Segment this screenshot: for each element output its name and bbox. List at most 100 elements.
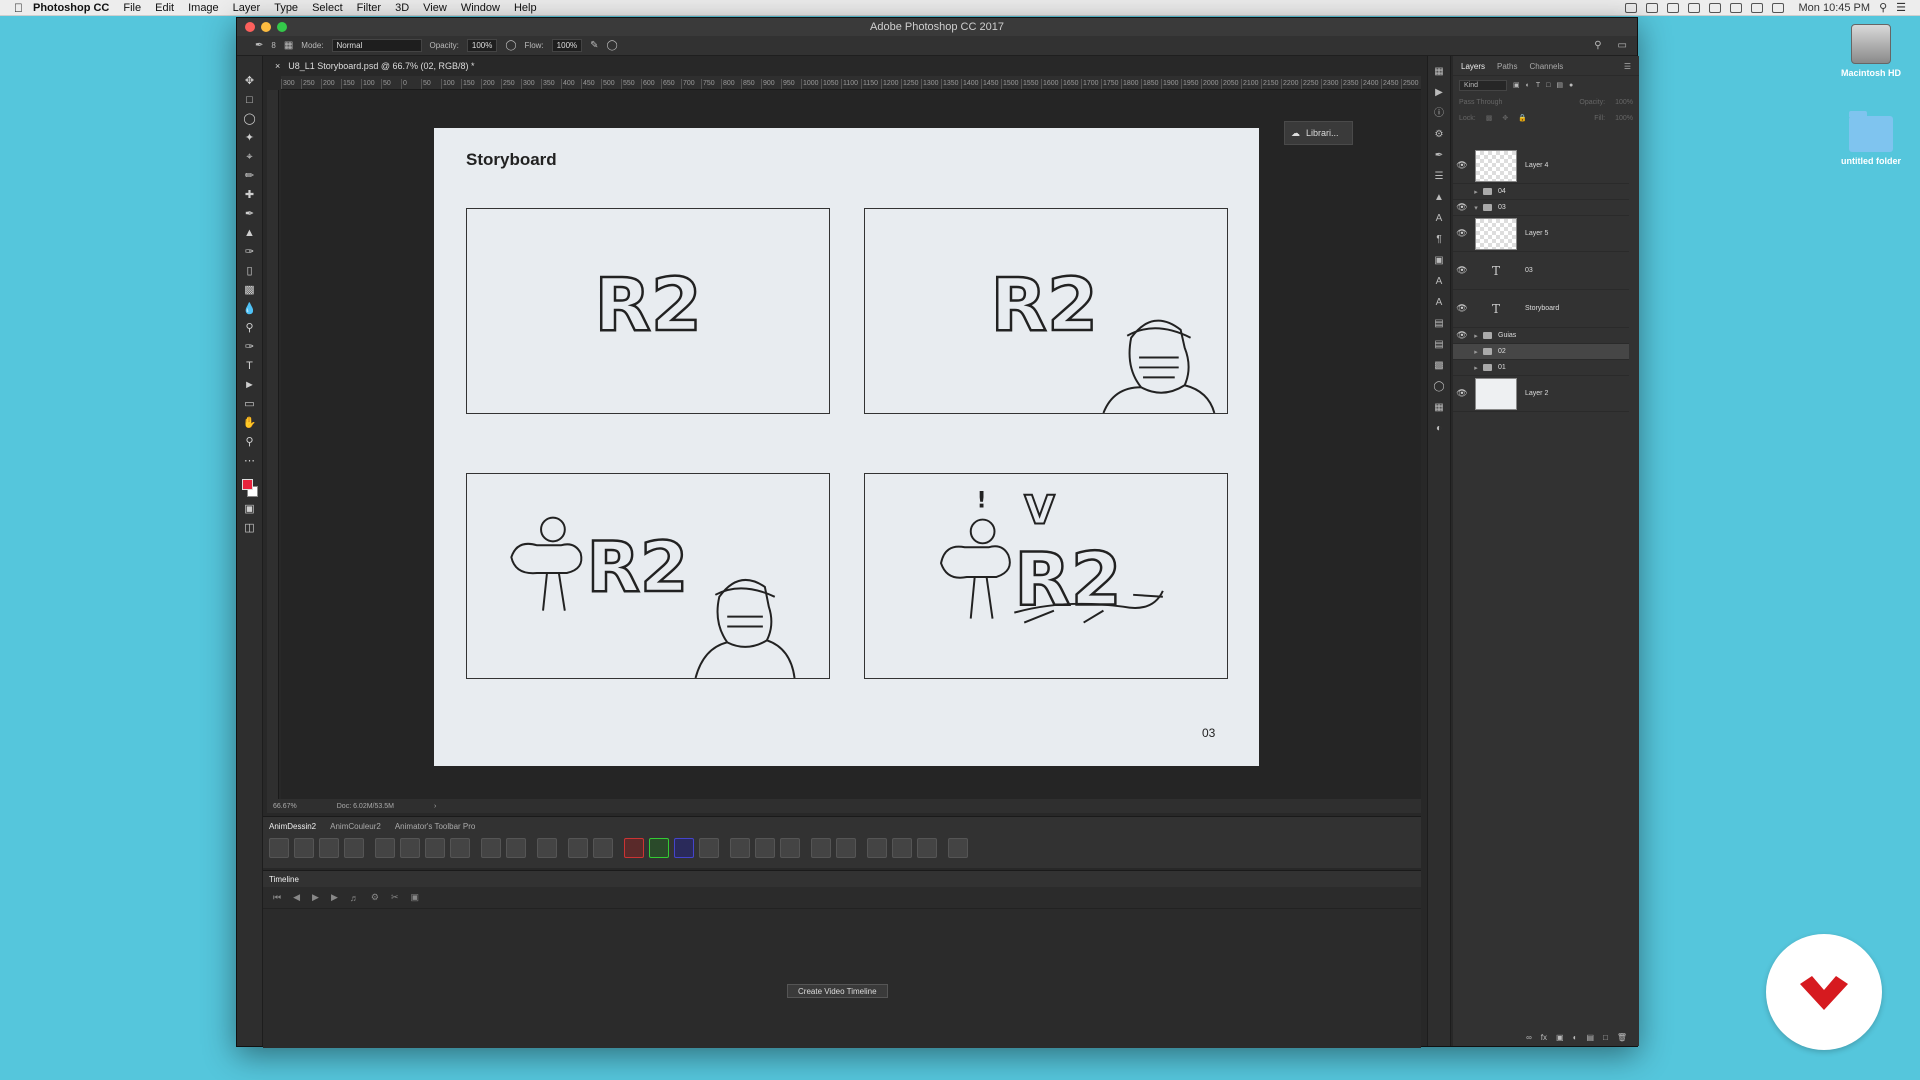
move-tool-icon[interactable]: ✥ bbox=[243, 74, 257, 88]
glyphs-icon[interactable]: A bbox=[1433, 276, 1445, 288]
expand-arrow-icon[interactable]: ▸ bbox=[1471, 332, 1481, 340]
3d-icon[interactable]: ◯ bbox=[1433, 381, 1445, 393]
desktop-drive[interactable]: Macintosh HD bbox=[1826, 24, 1916, 78]
history-brush-icon[interactable]: ✑ bbox=[243, 245, 257, 259]
minimize-button[interactable] bbox=[261, 22, 271, 32]
anim-tool-button[interactable] bbox=[344, 838, 364, 858]
color-swatches[interactable] bbox=[241, 479, 258, 497]
hand-tool-icon[interactable]: ✋ bbox=[243, 416, 257, 430]
create-video-timeline-button[interactable]: Create Video Timeline bbox=[787, 984, 888, 998]
styles-icon[interactable]: ▣ bbox=[1433, 255, 1445, 267]
magic-wand-icon[interactable]: ✦ bbox=[243, 131, 257, 145]
zoom-level[interactable]: 66.67% bbox=[273, 803, 297, 810]
notes-icon[interactable]: ▤ bbox=[1433, 339, 1445, 351]
visibility-eye-icon[interactable]: 👁 bbox=[1453, 265, 1471, 276]
apple-icon[interactable]:  bbox=[14, 1, 23, 15]
zoom-tool-icon[interactable]: ⚲ bbox=[243, 435, 257, 449]
anim-tool-button[interactable] bbox=[506, 838, 526, 858]
anim-tool-button[interactable] bbox=[593, 838, 613, 858]
close-button[interactable] bbox=[245, 22, 255, 32]
lock-all-icon[interactable]: 🔒 bbox=[1518, 114, 1527, 122]
anim-tool-button[interactable] bbox=[450, 838, 470, 858]
menu-filter[interactable]: Filter bbox=[357, 2, 381, 14]
path-select-icon[interactable]: ► bbox=[243, 378, 257, 392]
red-channel-button[interactable] bbox=[624, 838, 644, 858]
libraries-button[interactable]: ☁ Librari... bbox=[1284, 121, 1353, 145]
menu-view[interactable]: View bbox=[423, 2, 447, 14]
expand-arrow-icon[interactable]: ▸ bbox=[1471, 188, 1481, 196]
layer-group-row[interactable]: 👁 ▸ Guias bbox=[1453, 328, 1629, 344]
filter-smart-icon[interactable]: ▤ bbox=[1556, 81, 1563, 89]
eraser-icon[interactable]: ▯ bbox=[243, 264, 257, 278]
brush-panel-icon[interactable]: ▦ bbox=[284, 40, 293, 51]
character-icon[interactable]: A bbox=[1433, 213, 1445, 225]
lock-position-icon[interactable]: ✥ bbox=[1502, 114, 1508, 122]
storyboard-document[interactable]: Storyboard R2 R2 R2 R2 ! V 03 bbox=[434, 128, 1259, 766]
dodge-tool-icon[interactable]: ⚲ bbox=[243, 321, 257, 335]
info-icon[interactable]: ⓘ bbox=[1433, 108, 1445, 120]
storyboard-frame-1[interactable]: R2 bbox=[466, 208, 830, 414]
blend-mode-select[interactable]: Pass Through bbox=[1459, 99, 1502, 106]
rectangle-tool-icon[interactable]: ▭ bbox=[243, 397, 257, 411]
navigator-icon[interactable]: ◐ bbox=[1433, 423, 1445, 435]
visibility-eye-icon[interactable]: 👁 bbox=[1453, 330, 1471, 341]
status-icon[interactable] bbox=[1624, 2, 1637, 13]
pen-tool-icon[interactable]: ✑ bbox=[243, 340, 257, 354]
status-icon[interactable] bbox=[1666, 2, 1679, 13]
lasso-tool-icon[interactable]: ◯ bbox=[243, 112, 257, 126]
clone-source-icon[interactable]: ▲ bbox=[1433, 192, 1445, 204]
opacity-field[interactable]: 100% bbox=[466, 39, 498, 52]
expand-arrow-icon[interactable]: ▸ bbox=[1471, 364, 1481, 372]
transition-icon[interactable]: ▣ bbox=[411, 892, 420, 903]
brush-presets-icon[interactable]: ✒ bbox=[1433, 150, 1445, 162]
menu-layer[interactable]: Layer bbox=[233, 2, 261, 14]
filter-adjust-icon[interactable]: ◐ bbox=[1526, 82, 1530, 89]
doc-size[interactable]: Doc: 6.02M/53.5M bbox=[337, 803, 394, 810]
anim-tool-button[interactable] bbox=[892, 838, 912, 858]
anim-tool-button[interactable] bbox=[867, 838, 887, 858]
type-tool-icon[interactable]: T bbox=[243, 359, 257, 373]
volume-icon[interactable] bbox=[1771, 2, 1784, 13]
collapse-arrow-icon[interactable]: ▾ bbox=[1471, 204, 1481, 212]
status-icon[interactable] bbox=[1687, 2, 1700, 13]
anim-tool-button[interactable] bbox=[319, 838, 339, 858]
status-arrow-icon[interactable]: › bbox=[434, 803, 436, 810]
add-mask-icon[interactable]: ▣ bbox=[1556, 1033, 1564, 1042]
blue-channel-button[interactable] bbox=[674, 838, 694, 858]
audio-icon[interactable]: ♬ bbox=[350, 893, 359, 903]
tab-animcouleur2[interactable]: AnimCouleur2 bbox=[330, 822, 381, 833]
marquee-tool-icon[interactable]: □ bbox=[243, 93, 257, 107]
menu-3d[interactable]: 3D bbox=[395, 2, 409, 14]
history-icon[interactable]: ▦ bbox=[1433, 66, 1445, 78]
anim-tool-button[interactable] bbox=[375, 838, 395, 858]
next-frame-icon[interactable]: ▶ bbox=[331, 892, 338, 903]
menu-window[interactable]: Window bbox=[461, 2, 500, 14]
fx-icon[interactable]: fx bbox=[1541, 1033, 1547, 1042]
paragraph-icon[interactable]: ¶ bbox=[1433, 234, 1445, 246]
mode-select[interactable]: Normal bbox=[331, 39, 422, 52]
anim-tool-button[interactable] bbox=[537, 838, 557, 858]
new-layer-icon[interactable]: □ bbox=[1603, 1033, 1608, 1042]
menu-image[interactable]: Image bbox=[188, 2, 219, 14]
menu-file[interactable]: File bbox=[123, 2, 141, 14]
canvas-area[interactable]: Storyboard R2 R2 R2 R2 ! V 03 ☁ Librari.… bbox=[281, 90, 1421, 808]
visibility-eye-icon[interactable]: 👁 bbox=[1453, 160, 1471, 171]
text-layer-row[interactable]: 👁 T 03 bbox=[1453, 252, 1629, 290]
anim-tool-button[interactable] bbox=[294, 838, 314, 858]
storyboard-frame-4[interactable]: R2 ! V bbox=[864, 473, 1228, 679]
visibility-eye-icon[interactable]: 👁 bbox=[1453, 303, 1471, 314]
play-icon[interactable]: ▶ bbox=[312, 892, 319, 903]
properties-icon[interactable]: ⚙ bbox=[1433, 129, 1445, 141]
brush-tool-icon[interactable]: ✒ bbox=[255, 40, 263, 51]
anim-tool-button[interactable] bbox=[699, 838, 719, 858]
flow-field[interactable]: 100% bbox=[551, 39, 583, 52]
desktop-folder[interactable]: untitled folder bbox=[1826, 111, 1916, 166]
filter-shape-icon[interactable]: □ bbox=[1546, 82, 1550, 89]
layer-group-row[interactable]: ▸ 04 bbox=[1453, 184, 1629, 200]
screen-mode-icon[interactable]: ◫ bbox=[243, 521, 257, 535]
trash-icon[interactable]: 🗑 bbox=[1617, 1033, 1627, 1042]
pressure-opacity-icon[interactable]: ◯ bbox=[505, 40, 516, 51]
visibility-eye-icon[interactable]: 👁 bbox=[1453, 228, 1471, 239]
anim-tool-button[interactable] bbox=[568, 838, 588, 858]
search-icon[interactable]: ⚲ bbox=[1594, 40, 1601, 51]
